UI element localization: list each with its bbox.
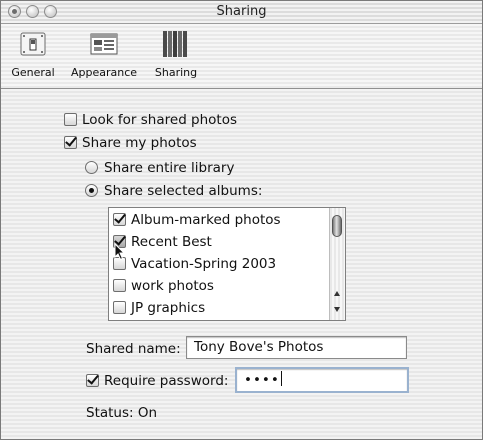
scroll-down-arrow-icon[interactable]: [334, 307, 340, 312]
shared-name-label: Shared name:: [86, 341, 181, 357]
toolbar-sharing[interactable]: Sharing: [148, 28, 204, 79]
list-item[interactable]: Album-marked photos: [113, 212, 281, 228]
sharing-pane: Look for shared photos Share my photos S…: [1, 89, 482, 439]
share-entire-library-radio[interactable]: [85, 161, 98, 174]
sharing-preferences-window: Sharing General Appearance Sharing Look …: [0, 0, 483, 440]
look-for-shared-label: Look for shared photos: [82, 112, 238, 128]
albums-list[interactable]: Album-marked photos Recent Best Vacation…: [108, 207, 346, 321]
album-checkbox[interactable]: [113, 301, 126, 314]
preferences-toolbar: General Appearance Sharing: [1, 24, 482, 89]
share-selected-albums-radio[interactable]: [85, 184, 98, 197]
list-item[interactable]: Vacation-Spring 2003: [113, 256, 276, 272]
toolbar-general-label: General: [11, 66, 55, 79]
text-cursor: [280, 371, 282, 386]
require-password-checkbox[interactable]: [86, 374, 99, 387]
shared-name-field[interactable]: Tony Bove's Photos: [186, 336, 407, 359]
album-label: JP graphics: [131, 300, 206, 316]
scrollbar-thumb[interactable]: [332, 215, 342, 237]
album-label: Recent Best: [131, 234, 212, 250]
password-field[interactable]: ••••: [235, 367, 409, 393]
album-checkbox[interactable]: [113, 213, 126, 226]
appearance-window-icon: [88, 28, 120, 60]
share-entire-library-option[interactable]: Share entire library: [85, 160, 234, 176]
toolbar-appearance[interactable]: Appearance: [65, 28, 143, 79]
share-my-photos-label: Share my photos: [82, 135, 197, 151]
list-item[interactable]: JP graphics: [113, 300, 205, 316]
look-for-shared-option[interactable]: Look for shared photos: [64, 112, 237, 128]
require-password-label: Require password:: [104, 373, 229, 389]
album-label: work photos: [131, 278, 214, 294]
title-bar[interactable]: Sharing: [1, 1, 482, 24]
share-selected-albums-label: Share selected albums:: [104, 183, 263, 199]
window-title: Sharing: [216, 4, 267, 19]
share-selected-albums-option[interactable]: Share selected albums:: [85, 183, 262, 199]
password-dots: ••••: [244, 372, 280, 388]
list-item[interactable]: Recent Best: [113, 234, 212, 250]
list-item[interactable]: work photos: [113, 278, 214, 294]
share-my-photos-option[interactable]: Share my photos: [64, 135, 197, 151]
look-for-shared-checkbox[interactable]: [64, 113, 77, 126]
scroll-up-arrow-icon[interactable]: [334, 291, 340, 296]
general-switch-icon: [18, 28, 48, 60]
require-password-option[interactable]: Require password:: [86, 373, 228, 389]
toolbar-sharing-label: Sharing: [154, 66, 198, 79]
album-label: Album-marked photos: [131, 212, 281, 228]
share-my-photos-checkbox[interactable]: [64, 136, 77, 149]
album-label: Vacation-Spring 2003: [131, 256, 277, 272]
sharing-books-icon: [160, 28, 192, 60]
albums-scrollbar[interactable]: [329, 208, 345, 320]
share-entire-library-label: Share entire library: [104, 160, 235, 176]
toolbar-general[interactable]: General: [5, 28, 61, 79]
album-checkbox[interactable]: [113, 279, 126, 292]
status-text: Status: On: [86, 405, 158, 421]
mouse-pointer-icon: [114, 243, 126, 261]
toolbar-appearance-label: Appearance: [70, 66, 138, 79]
